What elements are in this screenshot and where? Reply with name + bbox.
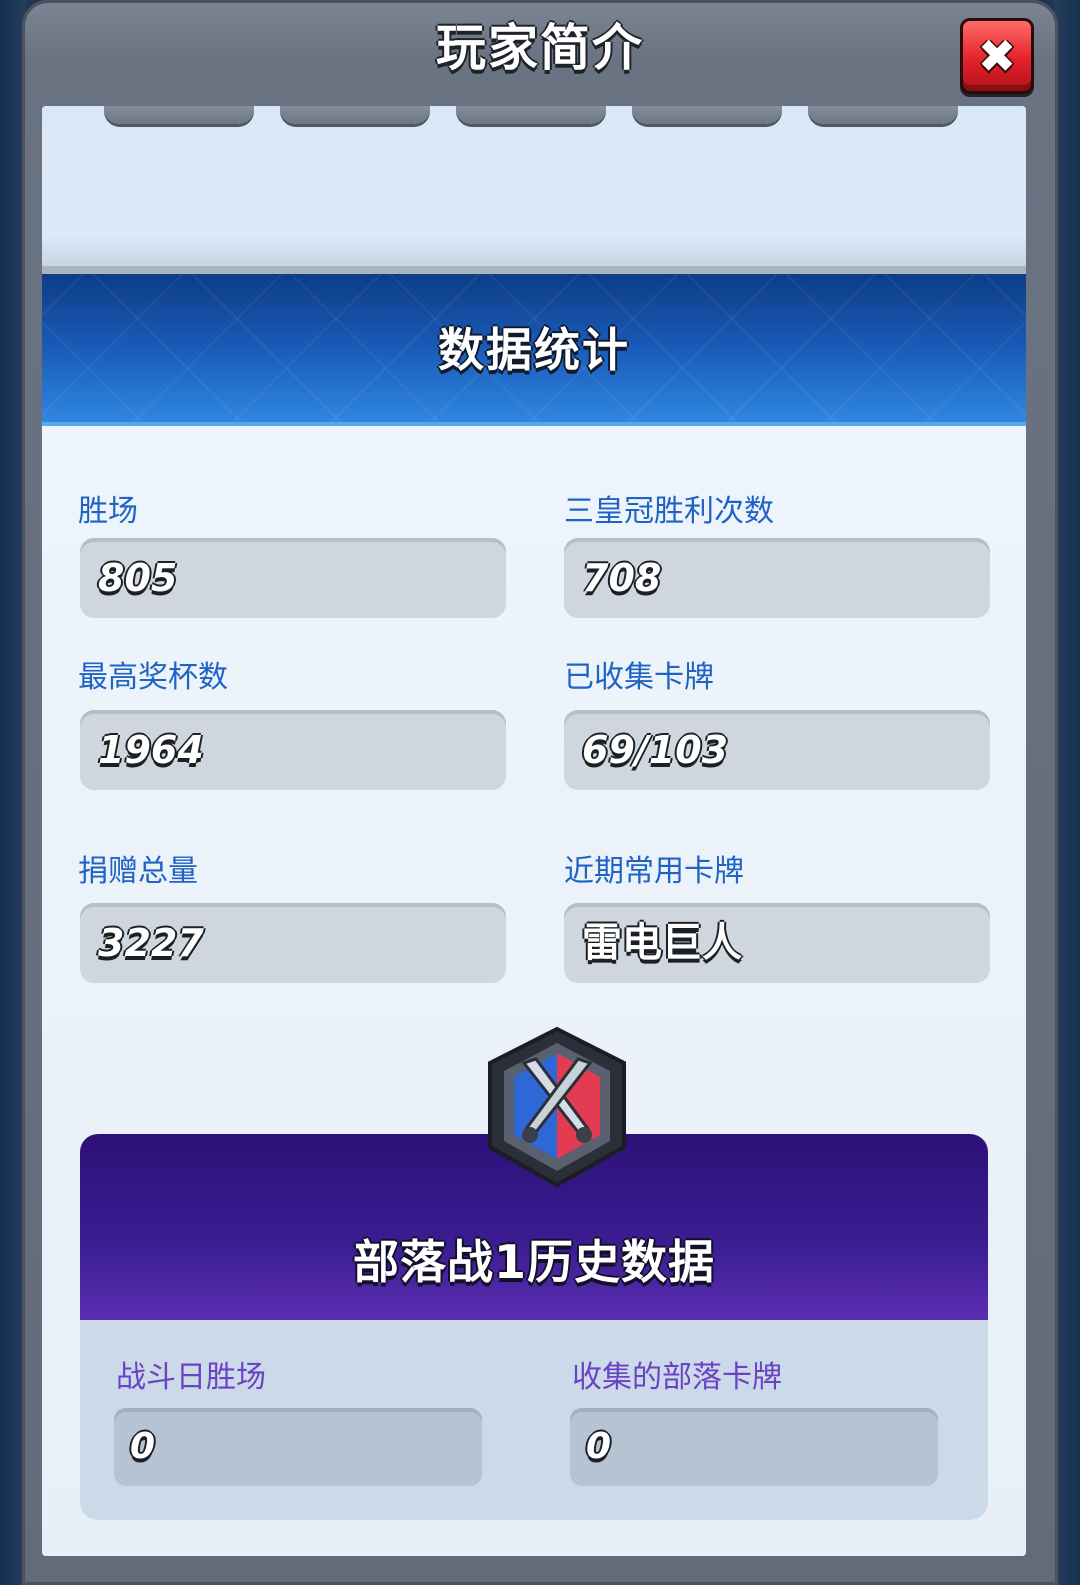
crossed-swords-shield-icon	[484, 1025, 630, 1189]
stat-box-total-donations: 3227	[80, 903, 506, 983]
stats-title: 数据统计	[438, 323, 630, 377]
stat-box-highest-trophies: 1964	[80, 710, 506, 790]
war-label-battle-day-wins: 战斗日胜场	[116, 1360, 266, 1395]
stat-value-wins: 805	[98, 556, 178, 600]
war-box-clan-cards-collected: 0	[570, 1408, 938, 1486]
close-button[interactable]: ✖	[960, 18, 1034, 94]
close-x-icon: ✖	[977, 29, 1017, 83]
top-slot-3	[456, 106, 606, 124]
stat-label-cards-found: 已收集卡牌	[564, 660, 714, 695]
stats-banner: 数据统计	[42, 274, 1026, 426]
stat-value-three-crown-wins: 708	[582, 556, 662, 600]
stat-label-favorite-card: 近期常用卡牌	[564, 854, 744, 889]
profile-top-area	[42, 106, 1026, 266]
stat-value-favorite-card: 雷电巨人	[582, 920, 742, 966]
stat-value-highest-trophies: 1964	[98, 728, 204, 772]
stat-box-cards-found: 69/103	[564, 710, 990, 790]
war-value-battle-day-wins: 0	[130, 1426, 156, 1467]
war-value-clan-cards-collected: 0	[586, 1426, 612, 1467]
stat-label-total-donations: 捐赠总量	[78, 854, 198, 889]
top-slot-5	[808, 106, 958, 124]
stat-box-favorite-card[interactable]: 雷电巨人	[564, 903, 990, 983]
stat-label-wins: 胜场	[78, 494, 138, 529]
stat-value-cards-found: 69/103	[582, 728, 729, 772]
top-slot-1	[104, 106, 254, 124]
top-slot-2	[280, 106, 430, 124]
dialog-title: 玩家简介	[436, 19, 644, 77]
profile-panel: 数据统计 胜场 805 三皇冠胜利次数 708 最高奖杯数 1964 已收集卡牌…	[42, 106, 1026, 1556]
stat-label-highest-trophies: 最高奖杯数	[78, 660, 228, 695]
stat-label-three-crown-wins: 三皇冠胜利次数	[564, 494, 774, 529]
top-slot-4	[632, 106, 782, 124]
stat-value-total-donations: 3227	[98, 921, 204, 965]
war-label-clan-cards-collected: 收集的部落卡牌	[572, 1360, 782, 1395]
profile-dialog: 玩家简介 ✖ 数据统计 胜场 805 三皇冠胜利次数 708 最高奖杯数 196…	[22, 0, 1058, 1585]
clan-war-title: 部落战1历史数据	[352, 1235, 715, 1289]
stat-box-wins: 805	[80, 538, 506, 618]
clan-war-card: 部落战1历史数据 战斗日胜场 0 收集的部落卡牌 0	[80, 1134, 988, 1520]
war-box-battle-day-wins: 0	[114, 1408, 482, 1486]
stat-box-three-crown-wins: 708	[564, 538, 990, 618]
